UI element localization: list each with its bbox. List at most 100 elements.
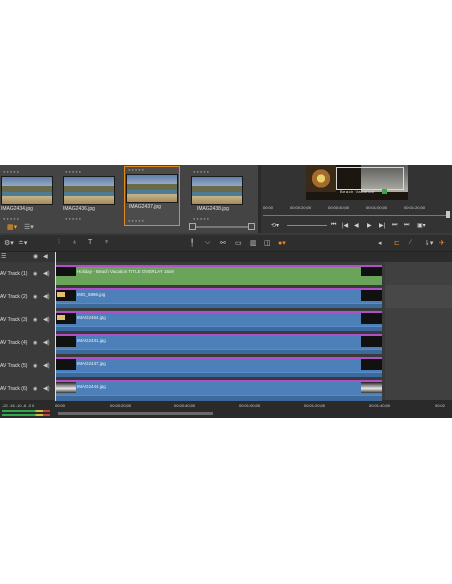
marker-icon[interactable]: ⌵ — [205, 239, 210, 247]
ruler-label: 00:00:40;00 — [174, 403, 196, 408]
player-timeline-ruler[interactable]: 00:00 00:00:20;00 00:00:40;00 00:01:00;0… — [263, 205, 450, 219]
playhead-line[interactable] — [55, 252, 56, 401]
eye-icon[interactable]: ◉ — [33, 386, 37, 392]
title-clip[interactable]: Holiday - Beach Vacation TITLE OVERLAY 1… — [55, 265, 382, 286]
settings-gear-icon[interactable]: ⚙▾ — [4, 239, 14, 247]
shuttle-slider[interactable] — [287, 225, 327, 226]
video-clip[interactable]: IMAG2444.jpg — [55, 380, 382, 401]
next-frame-icon[interactable]: ⏭ — [392, 222, 397, 229]
ruler-label: 00:01:00;00 — [239, 403, 261, 408]
end-marker[interactable] — [446, 211, 450, 218]
video-clip[interactable]: IMAG2464.jpg — [55, 311, 382, 332]
eye-icon[interactable]: ◉ — [33, 294, 37, 300]
thumbnail-size-slider[interactable] — [196, 226, 248, 228]
clip-thumbnail — [361, 336, 382, 347]
track-header[interactable]: AV Track (5) ◉ ◀) — [0, 354, 55, 378]
speaker-icon[interactable]: ◀) — [43, 385, 50, 392]
previous-frame-icon[interactable]: |◀ — [342, 222, 348, 229]
track-empty-area[interactable] — [385, 331, 452, 355]
ruler-label: 00:00 — [55, 403, 66, 408]
trim-icon[interactable]: ⇂▾ — [424, 239, 433, 247]
track-list-icon[interactable]: ☰ — [1, 253, 6, 260]
play-icon[interactable]: ▶ — [367, 222, 372, 229]
track-lane[interactable]: IMAG2464.jpg — [55, 308, 385, 332]
track-lane[interactable]: IMAG2431.jpg — [55, 331, 385, 355]
rating-stars[interactable]: ●●●●● — [3, 169, 20, 174]
transport-controls: ⟲▾ ⏮ |◀ ◀ ▶ ▶| ⏭ ⏭ ▣▾ — [261, 220, 452, 233]
track-header[interactable]: AV Track (6) ◉ ◀) — [0, 377, 55, 401]
fullscreen-icon[interactable]: ▣▾ — [417, 222, 426, 229]
snap-icon[interactable]: ✈ — [439, 239, 445, 247]
ruler-label: 00:00 — [263, 205, 274, 210]
library-item-name: IMAG2438.jpg — [197, 206, 229, 212]
rating-stars[interactable]: ●●●●● — [128, 167, 145, 172]
loop-icon[interactable]: ⟲▾ — [271, 222, 279, 229]
speaker-header-icon[interactable]: ◀ — [43, 253, 48, 260]
track-lane[interactable]: IMAG2437.jpg — [55, 354, 385, 378]
record-marker-icon[interactable]: ●▾ — [278, 239, 286, 247]
rewind-icon[interactable]: ◀ — [354, 222, 359, 229]
magnet-icon[interactable]: ≐▾ — [18, 239, 27, 247]
library-item[interactable]: ●●●●● IMAG2438.jpg ●●●●● — [190, 169, 244, 223]
microphone-icon[interactable]: ♆ — [104, 239, 109, 246]
track-header[interactable]: AV Track (1) ◉ ◀) — [0, 262, 55, 286]
tag-dots: ●●●●● — [3, 216, 21, 221]
track-lane[interactable]: Holiday - Beach Vacation TITLE OVERLAY 1… — [55, 262, 385, 286]
audio-meter-scale: -22 -16 -10 -6 -3 0 — [2, 403, 35, 408]
speaker-icon[interactable]: ◀) — [43, 293, 50, 300]
video-clip[interactable]: IMAG2431.jpg — [55, 334, 382, 355]
go-to-start-icon[interactable]: ⏮ — [331, 222, 336, 229]
snapshot-icon[interactable]: ◫ — [264, 239, 271, 247]
speaker-icon[interactable]: ◀) — [43, 316, 50, 323]
title-text-icon[interactable]: T — [88, 239, 92, 246]
eye-icon[interactable]: ◉ — [33, 363, 37, 369]
video-clip[interactable]: IMAG2437.jpg — [55, 357, 382, 378]
video-clip[interactable]: IMG_5896.jpg — [55, 288, 382, 309]
library-item-name: IMAG2436.jpg — [63, 206, 95, 212]
track-empty-area[interactable] — [385, 262, 452, 286]
track-name: AV Track (4) — [0, 340, 28, 346]
audio-mixer-icon[interactable]: ⫶ — [58, 239, 60, 247]
track-header[interactable]: AV Track (4) ◉ ◀) — [0, 331, 55, 355]
clip-thumbnail — [55, 313, 76, 324]
library-item[interactable]: ●●●●● IMAG2436.jpg ●●●●● — [62, 169, 116, 223]
speaker-icon[interactable]: ◀) — [43, 270, 50, 277]
voiceover-icon[interactable]: ♁ — [72, 239, 77, 246]
zoom-large-icon[interactable] — [248, 223, 255, 230]
track-header[interactable]: AV Track (3) ◉ ◀) — [0, 308, 55, 332]
list-view-icon[interactable]: ☰▾ — [24, 223, 34, 231]
track-empty-area[interactable] — [385, 377, 452, 401]
razor-icon[interactable]: ╿ — [190, 239, 194, 247]
track-lane[interactable]: IMG_5896.jpg — [55, 285, 385, 309]
track-empty-area[interactable] — [385, 308, 452, 332]
track-lane[interactable]: IMAG2444.jpg — [55, 377, 385, 401]
grid-view-icon[interactable]: ▦▾ — [7, 223, 17, 231]
ripple-icon[interactable]: ⊏ — [394, 239, 400, 247]
timeline-ruler[interactable]: 00:00 00:00:20;00 00:00:40;00 00:01:00;0… — [55, 401, 452, 411]
fast-forward-icon[interactable]: ▶| — [379, 222, 385, 229]
speaker-icon[interactable]: ◀) — [43, 339, 50, 346]
link-icon[interactable]: ⚯ — [220, 239, 226, 247]
scroll-left-icon[interactable]: ◂ — [378, 239, 382, 247]
storyboard-icon[interactable]: ▭ — [235, 239, 242, 247]
library-item-selected[interactable]: ●●●●● IMAG2437.jpg ●●●●● — [124, 166, 180, 226]
library-item-name: IMAG2437.jpg — [129, 204, 161, 210]
track-header[interactable]: AV Track (2) ◉ ◀) — [0, 285, 55, 309]
library-item[interactable]: ●●●●● IMAG2434.jpg ●●●●● — [0, 169, 54, 223]
eye-icon[interactable]: ◉ — [33, 340, 37, 346]
zoom-small-icon[interactable] — [189, 223, 196, 230]
eye-header-icon[interactable]: ◉ — [33, 253, 38, 260]
player-scrubber[interactable] — [263, 215, 446, 216]
rating-stars[interactable]: ●●●●● — [65, 169, 82, 174]
track-empty-area[interactable] — [385, 285, 452, 309]
eye-icon[interactable]: ◉ — [33, 271, 37, 277]
speaker-icon[interactable]: ◀) — [43, 362, 50, 369]
tag-dots: ●●●●● — [193, 216, 211, 221]
track-empty-area[interactable] — [385, 354, 452, 378]
trash-icon[interactable]: ▥ — [250, 239, 257, 247]
rolling-edit-icon[interactable]: ∕ — [410, 239, 411, 246]
go-to-end-icon[interactable]: ⏭ — [404, 222, 409, 229]
eye-icon[interactable]: ◉ — [33, 317, 37, 323]
rating-stars[interactable]: ●●●●● — [193, 169, 210, 174]
timeline-scrollbar[interactable] — [58, 412, 213, 415]
